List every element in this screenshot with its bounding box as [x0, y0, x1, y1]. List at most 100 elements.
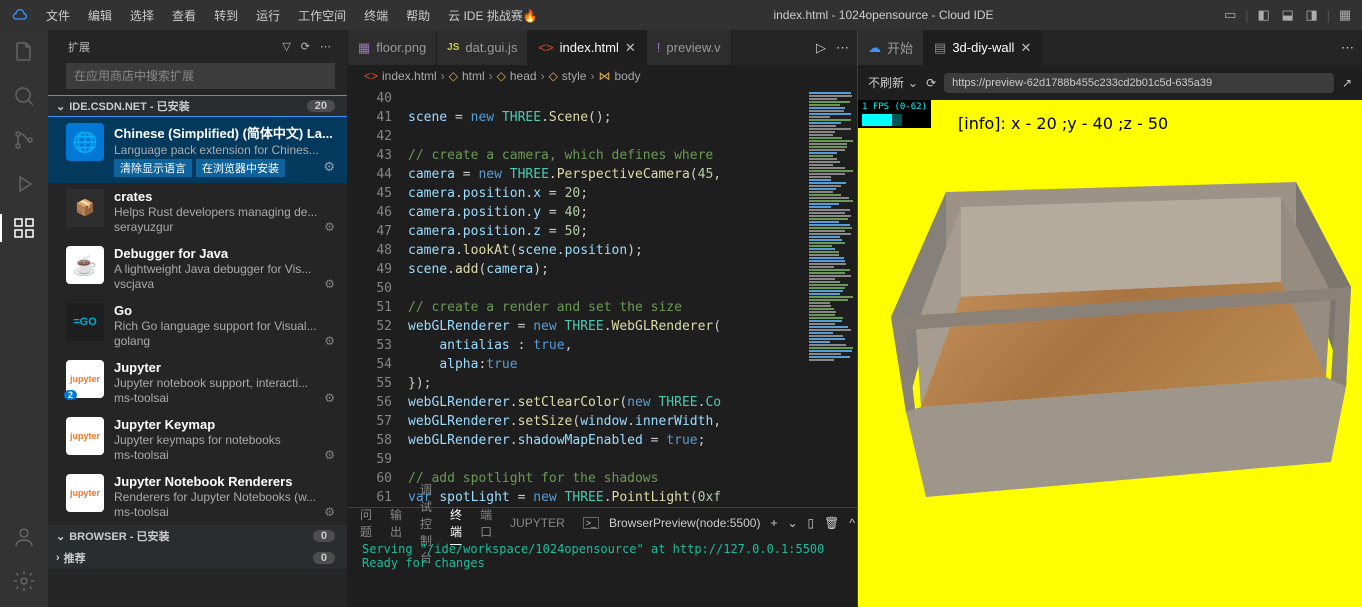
- extensions-search-input[interactable]: [66, 63, 335, 89]
- refresh-icon[interactable]: ⟳: [301, 40, 310, 53]
- settings-icon[interactable]: [10, 567, 38, 595]
- account-icon[interactable]: [10, 523, 38, 551]
- extension-icon: ☕: [66, 246, 104, 284]
- split-terminal-icon[interactable]: ▯: [808, 516, 815, 530]
- close-icon[interactable]: ✕: [1020, 40, 1031, 56]
- debug-icon[interactable]: [10, 170, 38, 198]
- gear-icon[interactable]: ⚙: [324, 391, 335, 405]
- menu-file[interactable]: 文件: [38, 3, 78, 28]
- extension-name: crates: [114, 189, 335, 204]
- extension-tag[interactable]: 在浏览器中安装: [196, 159, 285, 177]
- extension-item[interactable]: jupyter Jupyter Notebook Renderers Rende…: [48, 468, 347, 525]
- code-content[interactable]: scene = new THREE.Scene(); // create a c…: [408, 87, 807, 507]
- code-editor[interactable]: 4041424344454647484950515253545556575859…: [348, 87, 857, 507]
- gear-icon[interactable]: ⚙: [324, 334, 335, 348]
- close-icon[interactable]: ✕: [625, 40, 636, 56]
- fps-stats: 1 FPS (0-62): [858, 100, 931, 128]
- tab-3d-wall[interactable]: ▤3d-diy-wall✕: [924, 30, 1042, 65]
- extension-tag[interactable]: 清除显示语言: [114, 159, 192, 177]
- minimap[interactable]: for(let i=0;i<90;i++)document.write('<di…: [807, 87, 857, 507]
- extension-name: Chinese (Simplified) (简体中文) La...: [114, 123, 335, 142]
- maximize-icon[interactable]: ^: [849, 516, 855, 530]
- section-installed[interactable]: IDE.CSDN.NET - 已安装 20: [48, 95, 347, 117]
- customize-layout-icon[interactable]: ▦: [1336, 6, 1354, 24]
- run-icon[interactable]: ▷: [816, 40, 826, 56]
- chevron-down-icon: [56, 530, 65, 543]
- extension-item[interactable]: 🌐 Chinese (Simplified) (简体中文) La... Lang…: [48, 117, 347, 183]
- menu-terminal[interactable]: 终端: [356, 3, 396, 28]
- tab-index-html[interactable]: <>index.html✕: [528, 30, 646, 65]
- terminal-output[interactable]: Serving "/ide/workspace/1024opensource" …: [348, 538, 857, 607]
- section-browser[interactable]: BROWSER - 已安装 0: [48, 525, 347, 547]
- extension-icon: 🌐: [66, 123, 104, 161]
- breadcrumbs[interactable]: <>index.html ◇html ◇head ◇style ⋈body: [348, 65, 857, 87]
- activity-bar: [0, 30, 48, 607]
- extensions-sidebar: 扩展 ▽ ⟳ ⋯ IDE.CSDN.NET - 已安装 20 🌐 Chinese…: [48, 30, 348, 607]
- trash-icon[interactable]: 🗑: [824, 516, 839, 530]
- reload-icon[interactable]: ⟳: [926, 76, 936, 90]
- extension-item[interactable]: =GO Go Rich Go language support for Visu…: [48, 297, 347, 354]
- panel-tab-jupyter[interactable]: JUPYTER: [510, 512, 565, 534]
- menu-view[interactable]: 查看: [164, 3, 204, 28]
- gear-icon[interactable]: ⚙: [324, 505, 335, 519]
- menu-selection[interactable]: 选择: [122, 3, 162, 28]
- extension-item[interactable]: jupyter2 Jupyter Jupyter notebook suppor…: [48, 354, 347, 411]
- preview-viewport[interactable]: 1 FPS (0-62) [info]: x - 20 ;y - 40 ;z -…: [858, 100, 1362, 607]
- toggle-panel-icon[interactable]: ▭: [1221, 6, 1239, 24]
- extension-item[interactable]: ☕ Debugger for Java A lightweight Java d…: [48, 240, 347, 297]
- extension-desc: Language pack extension for Chines...: [114, 143, 335, 157]
- menu-edit[interactable]: 编辑: [80, 3, 120, 28]
- gear-icon[interactable]: ⚙: [324, 220, 335, 234]
- source-control-icon[interactable]: [10, 126, 38, 154]
- terminal-name[interactable]: BrowserPreview(node:5500): [609, 516, 760, 530]
- layout-bottom-icon[interactable]: ⬓: [1279, 6, 1297, 24]
- chevron-down-icon[interactable]: ⌄: [787, 516, 797, 530]
- menu-workspace[interactable]: 工作空间: [290, 3, 354, 28]
- menu-run[interactable]: 运行: [248, 3, 288, 28]
- refresh-dropdown[interactable]: 不刷新 ⌄: [868, 74, 918, 91]
- extension-item[interactable]: jupyter Jupyter Keymap Jupyter keymaps f…: [48, 411, 347, 468]
- menu-help[interactable]: 帮助: [398, 3, 438, 28]
- tab-floor-png[interactable]: ▦floor.png: [348, 30, 437, 65]
- tab-start[interactable]: ☁开始: [858, 30, 924, 65]
- editor-tabs: ▦floor.png JSdat.gui.js <>index.html✕ !p…: [348, 30, 857, 65]
- extension-desc: Jupyter notebook support, interacti...: [114, 376, 335, 390]
- more-icon[interactable]: ⋯: [320, 40, 331, 53]
- sidebar-title: 扩展 ▽ ⟳ ⋯: [48, 30, 347, 63]
- title-bar: 文件 编辑 选择 查看 转到 运行 工作空间 终端 帮助 云 IDE 挑战赛🔥 …: [0, 0, 1362, 30]
- search-icon[interactable]: [10, 82, 38, 110]
- chevron-down-icon: [56, 100, 65, 113]
- extension-desc: Helps Rust developers managing de...: [114, 205, 335, 219]
- tab-preview[interactable]: !preview.v: [647, 30, 732, 65]
- more-icon[interactable]: ⋯: [1341, 40, 1354, 56]
- preview-toolbar: 不刷新 ⌄ ⟳ https://preview-62d1788b455c233c…: [858, 65, 1362, 100]
- filter-icon[interactable]: ▽: [282, 40, 290, 53]
- tab-dat-gui[interactable]: JSdat.gui.js: [437, 30, 528, 65]
- gear-icon[interactable]: ⚙: [323, 159, 335, 177]
- extension-item[interactable]: 📦 crates Helps Rust developers managing …: [48, 183, 347, 240]
- extensions-icon[interactable]: [10, 214, 38, 242]
- gear-icon[interactable]: ⚙: [324, 277, 335, 291]
- section-recommended[interactable]: › 推荐 0: [48, 547, 347, 569]
- app-logo: [8, 3, 32, 27]
- open-external-icon[interactable]: ↗: [1342, 76, 1352, 90]
- gear-icon[interactable]: ⚙: [324, 448, 335, 462]
- menu-challenge[interactable]: 云 IDE 挑战赛🔥: [440, 3, 546, 28]
- more-icon[interactable]: ⋯: [836, 40, 849, 56]
- line-numbers: 4041424344454647484950515253545556575859…: [348, 87, 408, 507]
- new-terminal-icon[interactable]: +: [770, 516, 777, 530]
- url-bar[interactable]: https://preview-62d1788b455c233cd2b01c5d…: [944, 73, 1334, 93]
- layout-right-icon[interactable]: ◨: [1303, 6, 1321, 24]
- window-title: index.html - 1024opensource - Cloud IDE: [548, 8, 1219, 22]
- terminal-type-icon: >_: [583, 517, 599, 529]
- explorer-icon[interactable]: [10, 38, 38, 66]
- extension-icon: jupyter: [66, 474, 104, 512]
- layout-left-icon[interactable]: ◧: [1255, 6, 1273, 24]
- extension-desc: A lightweight Java debugger for Vis...: [114, 262, 335, 276]
- extension-icon: jupyter2: [66, 360, 104, 398]
- titlebar-right: ▭ | ◧ ⬓ ◨ | ▦: [1221, 6, 1354, 24]
- extension-desc: Jupyter keymaps for notebooks: [114, 433, 335, 447]
- extension-name: Debugger for Java: [114, 246, 335, 261]
- extension-icon: =GO: [66, 303, 104, 341]
- menu-go[interactable]: 转到: [206, 3, 246, 28]
